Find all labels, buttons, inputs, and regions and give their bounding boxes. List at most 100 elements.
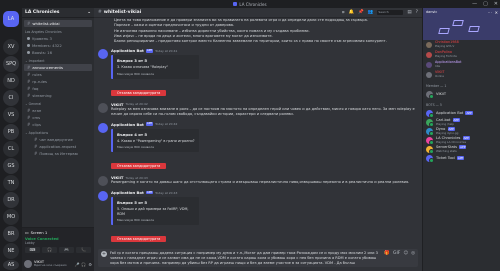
server-icon-xv[interactable]: XV — [3, 39, 19, 55]
channel-label: cms — [32, 115, 41, 120]
user-info[interactable]: VIKiiT Вдигна мое съвремо — [34, 260, 67, 268]
server-icon-la[interactable]: LA — [3, 11, 19, 27]
member-row[interactable]: Carl-bot APP Playing /help — [423, 117, 500, 127]
member-row[interactable]: ServerStats APP Watching stats — [423, 144, 500, 154]
server-rail: LA XV SPQ ND CI VS PB CL GS TN DR MO BR … — [0, 8, 22, 271]
avatar — [426, 72, 432, 78]
server-name: LA Chronicles — [25, 10, 60, 15]
server-icon-spq[interactable]: SPQ — [3, 56, 19, 72]
close-icon[interactable]: ✕ — [495, 10, 498, 15]
bot-avatar[interactable] — [98, 191, 108, 202]
server-icon-ne[interactable]: NE — [3, 243, 19, 259]
info-item[interactable]: Уровень 3 — [24, 35, 92, 42]
members-icon[interactable]: 👥 — [368, 10, 374, 15]
server-icon-mo[interactable]: MO — [3, 209, 19, 225]
cancel-application-button[interactable]: Отказва кандидатурата — [111, 163, 167, 170]
chevron-down-icon: ⌄ — [25, 131, 28, 135]
server-header[interactable]: LA Chronicles ⌄ — [22, 8, 94, 18]
activity-row[interactable]: Christian1988 Playing GTA V — [423, 40, 500, 50]
bot-avatar[interactable] — [98, 49, 108, 60]
cancel-application-button[interactable]: Отказва кандидатурата — [111, 236, 167, 243]
user-controls: 🎤 🎧 ⚙ — [74, 262, 92, 267]
maximize-button[interactable]: ▢ — [483, 1, 488, 7]
activity-banner[interactable]: danvic ⋯ ✕ — [423, 8, 500, 40]
hash-icon: # — [34, 137, 38, 142]
close-button[interactable]: ✕ — [494, 1, 498, 7]
user-avatar[interactable] — [98, 176, 108, 187]
hash-icon: # — [27, 86, 31, 91]
inbox-icon[interactable]: ▤ — [407, 10, 411, 15]
server-icon-cl[interactable]: CL — [3, 141, 19, 157]
server-icon-gs[interactable]: GS — [3, 158, 19, 174]
channel-app-2[interactable]: # application-request — [24, 143, 92, 150]
bot-avatar[interactable] — [98, 122, 108, 133]
cancel-application-button[interactable]: Отказва кандидатурата — [111, 89, 167, 96]
disconnect-button[interactable]: 📞 — [76, 247, 91, 253]
member-row[interactable]: LA Chronicles APP Playing LA Chronicles — [423, 135, 500, 145]
message-continuation: Баяни ренициирание – предоставя контрол … — [114, 39, 387, 44]
channel-rules[interactable]: # rules — [24, 71, 92, 78]
channel-app-1[interactable]: # чат вандерузгие — [24, 136, 92, 143]
channel-app-3[interactable]: # Помощ за Интервю — [24, 150, 92, 157]
channel-rp-rules[interactable]: # rp-rules — [24, 78, 92, 85]
voice-channel-name[interactable]: Lobby — [25, 241, 91, 245]
gear-icon[interactable]: ⚙ — [88, 262, 92, 267]
search-input[interactable]: Search — [377, 10, 404, 15]
channel-streaming[interactable]: # streaming — [24, 92, 92, 99]
member-row[interactable]: Ticket Tool APP — [423, 154, 500, 163]
more-icon[interactable]: ⋯ — [488, 10, 492, 15]
avatar — [426, 110, 434, 118]
embed-note: Максимум 800 символа — [117, 71, 154, 76]
bell-icon[interactable]: 🔔 — [349, 10, 355, 15]
activity-row[interactable]: ApplicationsBot Idle — [423, 60, 500, 70]
activity-row[interactable]: DonPolina Playing Fortnite — [423, 50, 500, 60]
server-icon-nd[interactable]: ND — [3, 73, 19, 89]
avatar[interactable] — [24, 260, 32, 268]
channel-general-2[interactable]: # cms — [24, 114, 92, 121]
info-item[interactable]: Members: 4322 — [24, 42, 92, 49]
headphones-icon[interactable]: 🎧 — [81, 262, 86, 267]
member-row[interactable]: Dyno APP Playing dyno.gg — [423, 126, 500, 136]
apps-icon[interactable]: ◎ — [411, 251, 415, 256]
message-author[interactable]: Application Bot — [111, 122, 144, 127]
screen-share[interactable]: ▭ Screen 1 — [25, 230, 91, 235]
server-icon-br[interactable]: BR — [3, 226, 19, 242]
server-icon-tn[interactable]: TN — [3, 175, 19, 191]
message-author[interactable]: Application Bot — [111, 48, 144, 53]
mic-icon[interactable]: 🎤 — [74, 262, 79, 267]
server-icon-pb[interactable]: PB — [3, 124, 19, 140]
help-icon[interactable]: ? — [416, 10, 418, 15]
message: Application Bot APP Today at 20:42 Въпрос … — [98, 122, 418, 172]
user-avatar[interactable] — [98, 102, 108, 113]
keyboard-button[interactable]: ⌨ — [25, 247, 40, 253]
discord-logo-icon — [233, 2, 238, 6]
message-composer[interactable]: + Fail rp е когато прецакаш дадена ситуа… — [98, 249, 418, 267]
member-row[interactable]: Application Bot APP — [423, 109, 500, 118]
channel-announcements[interactable]: # announcements — [24, 64, 92, 71]
message-author[interactable]: Application Bot — [111, 190, 144, 195]
emoji-icon[interactable]: ☺ — [403, 251, 408, 256]
plus-icon[interactable]: + — [101, 251, 107, 257]
threads-icon[interactable]: ⌗ — [342, 10, 345, 16]
headset-button[interactable]: 🎧 — [42, 247, 57, 253]
server-icon-dr[interactable]: DR — [3, 192, 19, 208]
user-status: Вдигна мое съвремо — [34, 263, 67, 268]
channel-top[interactable]: # whitelist-vikiai — [24, 20, 92, 27]
gift-icon[interactable]: 🎁 — [384, 251, 390, 256]
channel-general-3[interactable]: # clips — [24, 121, 92, 128]
activity-button[interactable]: 🎮 — [59, 247, 74, 253]
server-icon-vs[interactable]: VS — [3, 107, 19, 123]
channel-faq[interactable]: # faq — [24, 85, 92, 92]
minimize-button[interactable]: — — [472, 1, 477, 7]
channel-label: announcements — [32, 65, 63, 70]
chevron-down-icon[interactable]: ⌄ — [87, 10, 91, 15]
message-input[interactable]: Fail rp е когато прецакаш дадена ситуаци… — [110, 251, 381, 266]
server-icon-as[interactable]: AS — [3, 260, 19, 270]
activity-row[interactable]: VIKiiT Online — [423, 70, 500, 80]
member-row[interactable]: VIKiiT — [423, 90, 500, 99]
pin-icon[interactable]: 📌 — [358, 10, 364, 15]
gif-icon[interactable]: GIF — [393, 251, 400, 256]
server-icon-ci[interactable]: CI — [3, 90, 19, 106]
info-item[interactable]: Boosts: 16 — [24, 49, 92, 56]
channel-general-1[interactable]: # вган — [24, 107, 92, 114]
